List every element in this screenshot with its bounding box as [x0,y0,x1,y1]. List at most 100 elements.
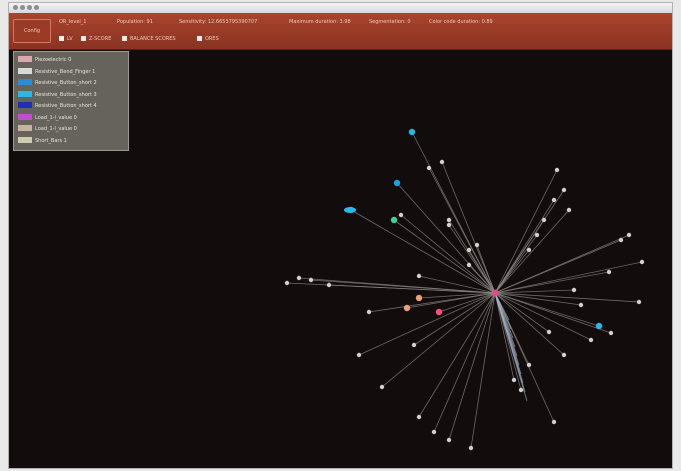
graph-edge [494,261,643,294]
graph-node[interactable] [403,304,411,312]
graph-node[interactable] [344,207,356,213]
sensitivity-readout: Sensitivity: 12.6653795390707 [179,19,258,25]
checkbox-icon[interactable] [59,36,64,41]
legend-label: Resistive_Button_short 2 [35,80,97,86]
checkbox-icon[interactable] [122,36,127,41]
graph-node[interactable] [571,287,577,293]
app-window: Config OR_level_1 Population: 91 Sensiti… [8,2,673,469]
graph-node[interactable] [296,275,302,281]
legend-label: Load_1-l_value 0 [35,126,77,132]
graph-edge [358,292,496,356]
legend-item: Piezoelectric 0 [18,56,71,64]
graph-node[interactable] [588,337,594,343]
legend-label: Resistive_Bend_Finger 1 [35,68,96,75]
checkbox-icon[interactable] [197,36,202,41]
graph-node[interactable] [474,242,480,248]
graph-node[interactable] [468,445,474,451]
legend-swatch-icon [18,102,32,108]
graph-node[interactable] [446,222,452,228]
graph-node[interactable] [390,216,398,224]
graph-node[interactable] [393,179,401,187]
legend-label: Resistive_Button_short 4 [35,103,97,109]
graph-edge [418,292,496,418]
graph-node[interactable] [546,329,552,335]
graph-node[interactable] [561,352,567,358]
graph-edge [441,161,496,294]
checkbox-balance-label: BALANCE SCORES [130,36,176,42]
checkbox-lv-label: LV [67,36,73,42]
graph-node[interactable] [606,269,612,275]
zoom-window-icon[interactable] [27,5,32,10]
population-readout: Population: 91 [117,19,153,25]
graph-node[interactable] [518,387,524,393]
graph-node[interactable] [356,352,362,358]
graph-node[interactable] [446,437,452,443]
graph-edge [433,292,496,433]
graph-node[interactable] [426,165,432,171]
legend-swatch-icon [18,136,32,143]
graph-node[interactable] [466,247,472,253]
graph-node[interactable] [561,187,567,193]
graph-node[interactable] [326,282,332,288]
graph-node[interactable] [578,302,584,308]
graph-node[interactable] [431,429,437,435]
legend-panel: Piezoelectric 0 Resistive_Bend_Finger 1 Re… [13,51,129,151]
graph-node[interactable] [526,247,532,253]
graph-node[interactable] [511,377,517,383]
minimize-window-icon[interactable] [20,5,25,10]
graph-node[interactable] [566,207,572,213]
graph-node[interactable] [366,309,372,315]
control-toolbar: Config OR_level_1 Population: 91 Sensiti… [9,13,672,50]
checkbox-ores[interactable]: ORES [197,36,219,42]
graph-node[interactable] [636,299,642,305]
graph-node[interactable] [618,237,624,243]
graph-node[interactable] [416,273,422,279]
graph-node[interactable] [308,277,314,283]
graph-edge [470,292,496,449]
graph-edge [494,209,570,294]
graph-node[interactable] [534,232,540,238]
graph-node[interactable] [551,419,557,425]
legend-swatch-icon [18,113,32,120]
checkbox-zscore-label: Z-SCORE [89,36,112,42]
graph-node[interactable] [439,159,445,165]
graph-node[interactable] [554,167,560,173]
graph-node[interactable] [446,217,452,223]
legend-swatch-icon [18,90,32,97]
graph-node[interactable] [626,232,632,238]
checkbox-lv[interactable]: LV [59,36,73,42]
level-readout: OR_level_1 [59,19,87,25]
legend-item: Short_Bars 1 [18,136,67,145]
close-window-icon[interactable] [13,5,18,10]
graph-node[interactable] [435,308,443,316]
graph-node[interactable] [408,128,416,136]
legend-item: Resistive_Bend_Finger 1 [18,67,96,76]
graph-node[interactable] [411,342,417,348]
legend-item: Resistive_Button_short 2 [18,79,97,87]
graph-edge [494,292,528,402]
graph-node[interactable] [284,280,290,286]
graph-node[interactable] [639,259,645,265]
graph-node[interactable] [415,294,423,302]
fullscreen-window-icon[interactable] [34,5,39,10]
checkbox-zscore[interactable]: Z-SCORE [81,36,111,42]
graph-node[interactable] [466,262,472,268]
graph-node[interactable] [595,322,603,330]
graph-node[interactable] [398,212,404,218]
legend-item: Resistive_Button_short 4 [18,102,97,110]
graph-node[interactable] [416,414,422,420]
checkbox-icon[interactable] [81,36,86,41]
legend-item: Load_1-l_value 0 [18,125,77,133]
graph-node[interactable] [608,330,614,336]
graph-node[interactable] [379,384,385,390]
config-button[interactable]: Config [13,19,51,43]
graph-edge [494,234,630,294]
graph-node[interactable] [541,217,547,223]
graph-node[interactable] [551,197,557,203]
checkbox-balance-scores[interactable]: BALANCE SCORES [122,36,176,42]
graph-hub-node[interactable] [491,289,499,297]
legend-label: Load_1-l_value 0 [35,114,77,121]
graph-node[interactable] [526,362,532,368]
graph-edge [494,292,600,327]
legend-label: Resistive_Button_short 3 [35,91,97,98]
